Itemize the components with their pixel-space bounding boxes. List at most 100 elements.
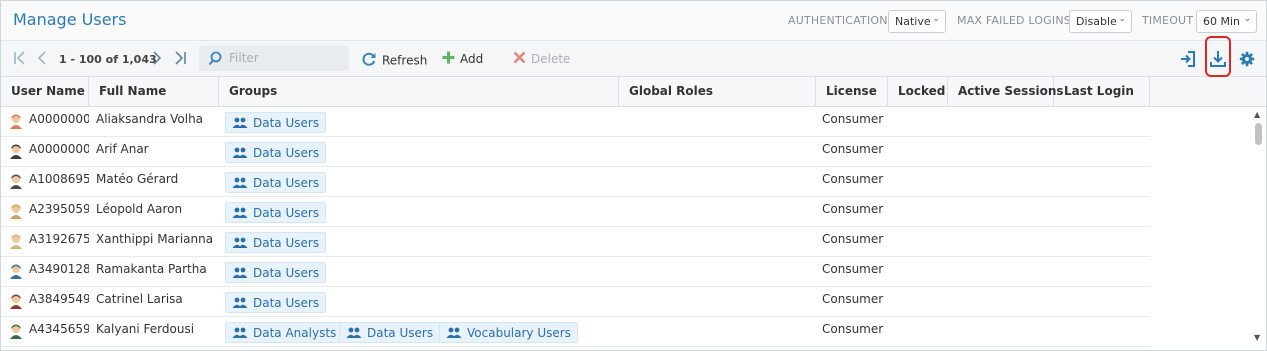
group-icon	[232, 267, 248, 281]
delete-x-icon	[513, 51, 526, 67]
authentication-select[interactable]: Native ⌄	[888, 10, 946, 33]
refresh-button[interactable]: Refresh	[361, 51, 427, 69]
scrollbar-thumb[interactable]	[1255, 123, 1262, 145]
group-tag[interactable]: Data Users	[225, 112, 327, 133]
table-row[interactable]: A23950596 Léopold Aaron Data Users Consumer	[1, 197, 1150, 227]
vertical-scrollbar[interactable]: ▲ ▼	[1251, 107, 1266, 347]
column-header-groups[interactable]: Groups	[219, 77, 619, 107]
last-page-icon[interactable]	[173, 50, 187, 69]
fullname-cell: Xanthippi Marianna	[96, 232, 214, 246]
group-tag[interactable]: Data Users	[225, 262, 327, 283]
group-tag-label: Data Users	[253, 206, 320, 220]
group-tag[interactable]: Data Users	[225, 202, 327, 223]
table-row[interactable]: A00000002 Arif Anar Data Users Consumer	[1, 137, 1150, 167]
max-failed-logins-select[interactable]: Disable ⌄	[1069, 10, 1132, 33]
plus-icon	[442, 51, 455, 67]
group-tag[interactable]: Data Users	[225, 292, 327, 313]
authentication-value: Native	[895, 15, 931, 28]
group-icon	[232, 207, 248, 221]
group-tag-label: Data Users	[253, 236, 320, 250]
username-cell: A34901289	[29, 262, 89, 276]
delete-button[interactable]: Delete	[513, 51, 570, 69]
username-cell: A00000002	[29, 142, 89, 156]
group-tag-label: Data Users	[253, 146, 320, 160]
table-row[interactable]: A38495495 Catrinel Larisa Data Users Consum…	[1, 287, 1150, 317]
column-header-license[interactable]: License	[816, 77, 888, 107]
group-tag[interactable]: Vocabulary Users	[439, 322, 578, 343]
chevron-down-icon: ⌄	[1118, 14, 1126, 24]
group-tag-label: Vocabulary Users	[467, 326, 571, 340]
license-cell: Consumer	[822, 172, 884, 186]
search-icon	[208, 51, 222, 69]
avatar-icon	[8, 233, 24, 249]
fullname-cell: Matéo Gérard	[96, 172, 179, 186]
group-icon	[232, 177, 248, 191]
pagination-info: 1 - 100 of 1,043	[59, 53, 157, 66]
username-cell: A38495495	[29, 292, 89, 306]
group-tag-label: Data Users	[253, 176, 320, 190]
next-page-icon[interactable]	[152, 50, 162, 69]
timeout-label: TIMEOUT	[1142, 14, 1194, 27]
column-header-global-roles[interactable]: Global Roles	[619, 77, 816, 107]
page-header: Manage Users AUTHENTICATION Native ⌄ MAX…	[1, 1, 1266, 41]
group-tag[interactable]: Data Users	[225, 232, 327, 253]
column-header-locked[interactable]: Locked	[888, 77, 948, 107]
username-cell: A00000001	[29, 112, 89, 126]
table-row[interactable]: A10086952 Matéo Gérard Data Users Consumer	[1, 167, 1150, 197]
refresh-icon	[361, 51, 377, 70]
fullname-cell: Kalyani Ferdousi	[96, 322, 195, 336]
toolbar: 1 - 100 of 1,043 Refresh Add Dele	[1, 41, 1266, 77]
authentication-label: AUTHENTICATION	[788, 14, 888, 27]
chevron-down-icon: ⌄	[1243, 14, 1251, 24]
license-cell: Consumer	[822, 292, 884, 306]
table-row[interactable]: A34901289 Ramakanta Partha Data Users Consu…	[1, 257, 1150, 287]
column-header-fullname[interactable]: Full Name	[89, 77, 219, 107]
max-failed-logins-value: Disable	[1076, 15, 1117, 28]
scroll-up-icon[interactable]: ▲	[1254, 110, 1260, 119]
column-header-last-login[interactable]: Last Login	[1054, 77, 1150, 107]
group-tag[interactable]: Data Users	[225, 172, 327, 193]
avatar-icon	[8, 323, 24, 339]
add-label: Add	[460, 52, 484, 66]
page-title: Manage Users	[13, 10, 127, 29]
filter-box	[199, 46, 349, 71]
download-highlight	[1205, 36, 1231, 77]
fullname-cell: Aliaksandra Volha	[96, 112, 204, 126]
group-tag[interactable]: Data Users	[339, 322, 441, 343]
group-tag-label: Data Analysts	[253, 326, 337, 340]
group-icon	[346, 327, 362, 341]
group-icon	[232, 147, 248, 161]
user-table-body: A00000001 Aliaksandra Volha Data Users Cons…	[1, 107, 1251, 347]
filter-input[interactable]	[229, 50, 339, 66]
group-tag[interactable]: Data Analysts	[225, 322, 344, 343]
resize-grip-icon[interactable]	[625, 346, 643, 350]
prev-page-icon[interactable]	[37, 50, 47, 69]
import-icon[interactable]	[1179, 50, 1197, 68]
username-cell: A43456596	[29, 322, 89, 336]
avatar-icon	[8, 293, 24, 309]
scroll-down-icon[interactable]: ▼	[1254, 333, 1260, 342]
license-cell: Consumer	[822, 322, 884, 336]
license-cell: Consumer	[822, 202, 884, 216]
table-row[interactable]: A43456596 Kalyani Ferdousi Data Analysts Da…	[1, 317, 1150, 347]
column-header-active-sessions[interactable]: Active Sessions	[948, 77, 1064, 107]
gear-icon[interactable]	[1239, 51, 1257, 69]
username-cell: A31926754	[29, 232, 89, 246]
timeout-select[interactable]: 60 Min ⌄	[1196, 10, 1257, 33]
group-tag[interactable]: Data Users	[225, 142, 327, 163]
table-row[interactable]: A31926754 Xanthippi Marianna Data Users Con…	[1, 227, 1150, 257]
avatar-icon	[8, 173, 24, 189]
column-header-username[interactable]: User Name	[1, 77, 89, 107]
timeout-value: 60 Min	[1203, 15, 1241, 28]
group-icon	[232, 327, 248, 341]
table-row[interactable]: A00000001 Aliaksandra Volha Data Users Cons…	[1, 107, 1150, 137]
max-failed-logins-label: MAX FAILED LOGINS	[957, 14, 1071, 27]
fullname-cell: Catrinel Larisa	[96, 292, 183, 306]
group-tag-label: Data Users	[367, 326, 434, 340]
avatar-icon	[8, 203, 24, 219]
group-icon	[446, 327, 462, 341]
table-header: User Name Full Name Groups Global Roles …	[1, 77, 1266, 107]
refresh-label: Refresh	[382, 53, 428, 68]
add-button[interactable]: Add	[442, 51, 483, 69]
first-page-icon[interactable]	[13, 50, 27, 69]
